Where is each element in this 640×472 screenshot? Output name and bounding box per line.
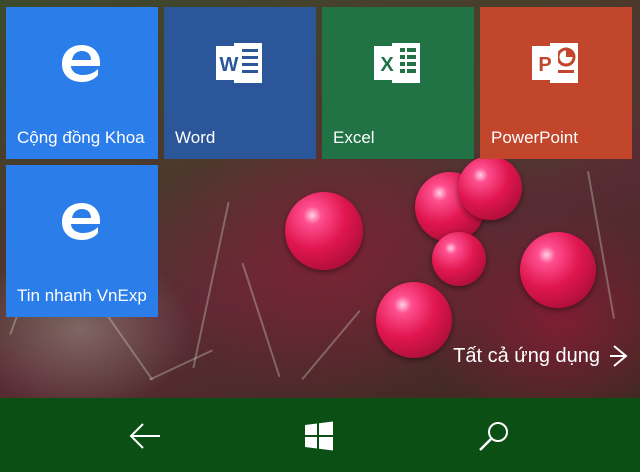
berry <box>432 232 486 286</box>
tile-tin-nhanh-vnexp[interactable]: Tin nhanh VnExp <box>6 165 158 317</box>
search-icon <box>479 422 508 451</box>
start-button[interactable] <box>299 416 339 456</box>
navigation-bar <box>0 398 640 472</box>
powerpoint-icon: P <box>532 43 578 83</box>
berry <box>520 232 596 308</box>
berry <box>376 282 452 358</box>
tile-excel[interactable]: X Excel <box>322 7 474 159</box>
edge-icon <box>62 45 100 82</box>
excel-icon: X <box>374 43 420 83</box>
tile-label: PowerPoint <box>491 128 578 147</box>
tile-label: Cộng đồng Khoa <box>17 128 145 147</box>
all-apps-label: Tất cả ứng dụng <box>453 344 600 367</box>
svg-text:P: P <box>538 54 551 76</box>
chevron-right-icon <box>610 345 628 367</box>
berry <box>285 192 363 270</box>
all-apps-link[interactable]: Tất cả ứng dụng <box>453 343 632 369</box>
tile-cong-dong-khoa[interactable]: Cộng đồng Khoa <box>6 7 158 159</box>
svg-text:W: W <box>220 54 239 76</box>
tile-word[interactable]: W Word <box>164 7 316 159</box>
edge-icon <box>62 203 100 240</box>
windows-start-icon <box>305 421 333 451</box>
svg-text:X: X <box>380 54 394 76</box>
tile-label: Word <box>175 128 216 147</box>
tile-label: Excel <box>333 128 375 147</box>
tile-label: Tin nhanh VnExp <box>17 286 147 305</box>
back-arrow-icon <box>129 423 160 449</box>
berry <box>458 156 522 220</box>
word-icon: W <box>216 43 262 83</box>
search-button[interactable] <box>474 416 514 456</box>
tile-powerpoint[interactable]: P PowerPoint <box>480 7 632 159</box>
back-button[interactable] <box>125 416 165 456</box>
